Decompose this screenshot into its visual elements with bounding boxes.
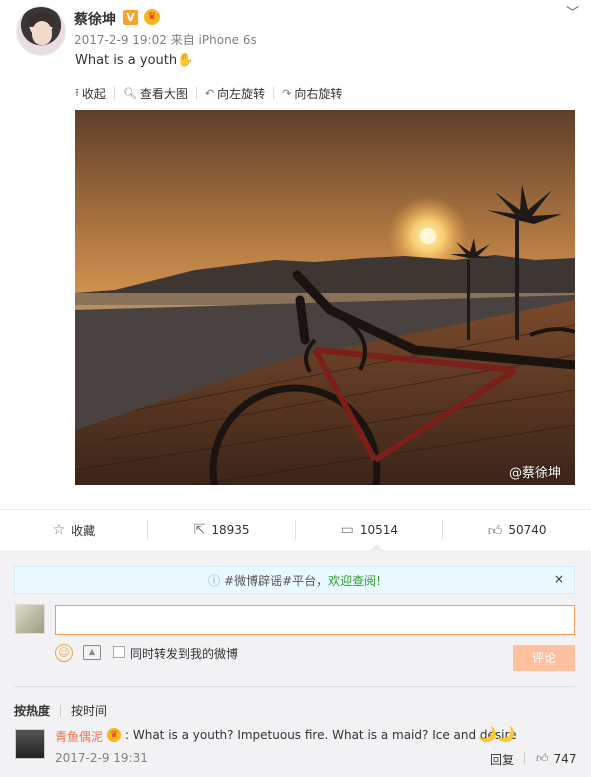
rotate-left-icon: ↶	[204, 86, 215, 100]
search-icon: 🔍︎	[122, 86, 137, 100]
post-actions: ☆ 收藏 ⇱ 18935 ▭ 10514 👍︎ 50740	[0, 510, 591, 550]
commenter-avatar[interactable]	[15, 729, 45, 759]
vip-crown-icon: ♛	[144, 9, 160, 25]
image-toolbar: ⭱ 收起 🔍︎ 查看大图 ↶ 向左旋转 ↷ 向右旋转	[75, 85, 358, 101]
repost-button[interactable]: ⇱ 18935	[148, 510, 296, 550]
collapse-icon: ⭱	[75, 85, 79, 99]
reply-button[interactable]: 回复	[490, 751, 514, 768]
notice-tag[interactable]: #微博辟谣#平台	[224, 572, 316, 589]
commenter-name[interactable]: 青鱼偶泥	[55, 728, 103, 745]
view-large-button[interactable]: 🔍︎ 查看大图	[122, 86, 197, 101]
sort-by-time[interactable]: 按时间	[71, 702, 107, 719]
comment-sort: 按热度 按时间	[14, 702, 107, 719]
moon-emoji-icon: 🌙🌙	[478, 725, 516, 743]
verified-icon: V	[123, 10, 138, 25]
thumbs-up-icon: 👍︎	[487, 522, 503, 539]
repost-icon: ⇱	[193, 522, 206, 538]
vip-crown-icon: ♛	[107, 728, 121, 742]
comment-input[interactable]	[55, 605, 575, 635]
comment-time: 2017-2-9 19:31	[55, 751, 148, 765]
emoji-icon[interactable]: ☺	[55, 644, 73, 662]
notice-separator: ，	[316, 573, 329, 588]
wave-hand-icon: ✋	[177, 53, 194, 68]
post-photo[interactable]: @蔡徐坤	[75, 110, 575, 485]
active-tab-indicator	[370, 544, 384, 551]
notice-link[interactable]: 欢迎查阅!	[328, 572, 381, 589]
favorite-button[interactable]: ☆ 收藏	[0, 510, 148, 550]
sort-divider	[14, 686, 575, 687]
collapse-button[interactable]: ⭱ 收起	[75, 85, 115, 101]
photo-watermark: @蔡徐坤	[508, 466, 561, 481]
post-text: What is a youth✋	[75, 53, 194, 68]
comment-text: : What is a youth? Impetuous fire. What …	[125, 728, 517, 742]
comment-icon: ▭	[340, 522, 354, 538]
post-meta: 2017-2-9 19:02 来自 iPhone 6s	[74, 31, 257, 48]
close-icon[interactable]: ×	[554, 572, 564, 586]
sort-by-hot[interactable]: 按热度	[14, 702, 50, 719]
repost-checkbox-label[interactable]: 同时转发到我的微博	[130, 645, 238, 662]
my-avatar[interactable]	[15, 604, 45, 634]
rumor-notice: ⓘ #微博辟谣#平台，欢迎查阅! ×	[14, 566, 575, 594]
submit-comment-button[interactable]: 评论	[513, 645, 575, 671]
source-device[interactable]: iPhone 6s	[199, 33, 257, 47]
rotate-right-icon: ↷	[282, 86, 292, 100]
info-icon: ⓘ	[208, 573, 221, 588]
rotate-right-button[interactable]: ↷ 向右旋转	[282, 86, 350, 101]
repost-checkbox[interactable]	[113, 646, 125, 658]
star-icon: ☆	[52, 522, 66, 538]
post-timestamp[interactable]: 2017-2-9 19:02	[74, 33, 167, 47]
sunset-bicycle-image	[75, 110, 575, 485]
author-avatar[interactable]	[16, 6, 66, 56]
source-prefix: 来自	[170, 33, 195, 47]
like-button[interactable]: 👍︎ 50740	[443, 510, 591, 550]
image-icon[interactable]: ▲	[83, 645, 101, 660]
comment-like-button[interactable]: 👍︎ 747	[536, 751, 576, 766]
author-name[interactable]: 蔡徐坤	[74, 9, 116, 29]
thumbs-up-icon: 👍︎	[536, 751, 549, 765]
rotate-left-button[interactable]: ↶ 向左旋转	[204, 86, 275, 101]
